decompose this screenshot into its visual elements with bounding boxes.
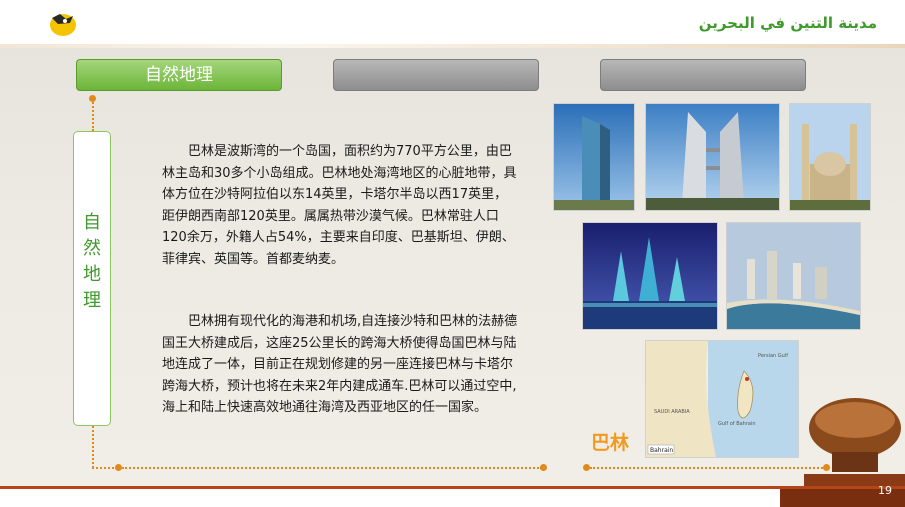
header-bar: مدينة التنين في البحرين	[0, 0, 905, 44]
photo-coastline	[726, 222, 861, 330]
tab-3[interactable]	[600, 59, 806, 91]
connector-dot	[115, 464, 122, 471]
connector-line	[92, 467, 114, 469]
map-label-saudi: SAUDI ARABIA	[654, 409, 690, 415]
photo-night-skyline	[582, 222, 718, 330]
header-title: مدينة التنين في البحرين	[698, 14, 877, 32]
side-label-char: 地	[83, 264, 101, 285]
tab-natural-geography[interactable]: 自然地理	[76, 59, 282, 91]
footer-divider	[0, 486, 905, 489]
map-label-persian: Persian Gulf	[758, 353, 788, 359]
paragraph-2: 巴林拥有现代化的海港和机场,自连接沙特和巴林的法赫德国王大桥建成后，这座25公里…	[162, 314, 518, 415]
connector-dot	[540, 464, 547, 471]
side-label-box: 自 然 地 理	[73, 131, 111, 426]
side-label-char: 然	[83, 238, 101, 259]
connector-dot	[583, 464, 590, 471]
connector-line	[122, 467, 542, 469]
photo-tower	[553, 103, 635, 211]
photo-world-trade-center	[645, 103, 780, 211]
map-label-gulf: Gulf of Bahrain	[718, 421, 756, 427]
tab-2[interactable]	[333, 59, 539, 91]
map-caption: 巴林	[591, 432, 630, 454]
dragon-logo-icon	[50, 14, 76, 36]
photo-mosque	[789, 103, 871, 211]
map-label-bahrain: Bahrain	[650, 447, 673, 454]
side-label-char: 理	[83, 290, 101, 311]
side-label: 自 然 地 理	[74, 210, 110, 314]
connector-line	[92, 426, 94, 468]
connector-line	[92, 99, 94, 131]
paragraph-1: 巴林是波斯湾的一个岛国，面积约为770平方公里，由巴林主岛和30多个小岛组成。巴…	[162, 144, 517, 267]
page-number: 19	[878, 484, 892, 497]
side-label-char: 自	[83, 212, 101, 233]
